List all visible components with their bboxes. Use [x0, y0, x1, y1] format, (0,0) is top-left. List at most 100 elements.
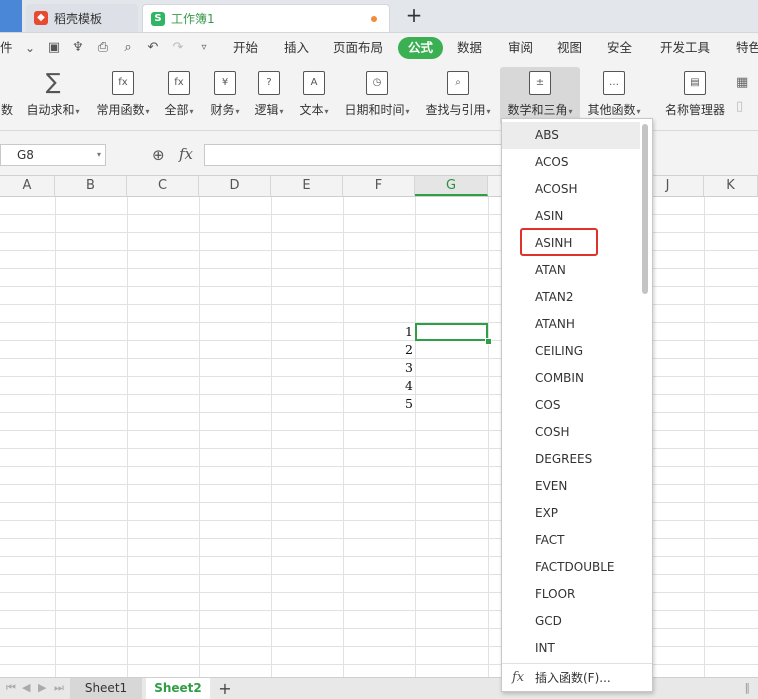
cell-value[interactable]: 4 — [397, 377, 413, 395]
function-item-atan[interactable]: ATAN — [502, 257, 640, 284]
menu-data[interactable]: 数据 — [457, 33, 482, 63]
common-functions-button[interactable]: fx 常用函数▾ — [92, 67, 154, 125]
clock-icon: ◷ — [366, 71, 388, 95]
function-item-asin[interactable]: ASIN — [502, 203, 640, 230]
zoom-icon[interactable]: ⊕ — [152, 146, 165, 164]
fill-handle[interactable] — [485, 338, 492, 345]
menu-page-layout[interactable]: 页面布局 — [333, 33, 383, 63]
insert-function-button[interactable]: 数 — [0, 67, 14, 125]
formula-input[interactable] — [204, 144, 504, 166]
add-sheet-button[interactable]: + — [214, 678, 236, 699]
paste-icon[interactable]: ▯ — [736, 99, 743, 114]
tab-label: 稻壳模板 — [54, 11, 103, 26]
menu-formulas[interactable]: 公式 — [398, 37, 444, 59]
function-item-degrees[interactable]: DEGREES — [502, 446, 640, 473]
home-tab-area[interactable] — [0, 0, 22, 32]
function-item-int[interactable]: INT — [502, 635, 640, 662]
cell-value[interactable]: 5 — [397, 395, 413, 413]
lookup-reference-button[interactable]: ⌕ 查找与引用▾ — [421, 67, 495, 125]
column-header-b[interactable]: B — [55, 176, 127, 196]
save-icon[interactable]: ▣ — [46, 40, 62, 56]
function-item-cos[interactable]: COS — [502, 392, 640, 419]
unsaved-dot-icon — [371, 16, 377, 22]
selected-cell[interactable] — [415, 323, 488, 341]
sheet-tab-sheet1[interactable]: Sheet1 — [70, 678, 142, 699]
function-item-even[interactable]: EVEN — [502, 473, 640, 500]
financial-button[interactable]: ¥ 财务▾ — [205, 67, 245, 125]
menu-view[interactable]: 视图 — [557, 33, 582, 63]
tab-label: 工作簿1 — [171, 12, 215, 26]
function-item-abs[interactable]: ABS — [502, 122, 640, 149]
function-item-factdouble[interactable]: FACTDOUBLE — [502, 554, 640, 581]
column-header-d[interactable]: D — [199, 176, 271, 196]
format-painter-icon[interactable]: ♆ — [70, 40, 86, 56]
fx-icon: fx — [168, 71, 190, 95]
column-header-a[interactable]: A — [0, 176, 55, 196]
column-header-c[interactable]: C — [127, 176, 199, 196]
docer-logo-icon: ◆ — [34, 11, 48, 25]
name-manager-button[interactable]: ▤ 名称管理器 — [662, 67, 728, 125]
name-box[interactable]: G8 ▾ — [0, 144, 106, 166]
customize-toolbar-icon[interactable]: ▿ — [196, 40, 212, 56]
menu-review[interactable]: 审阅 — [508, 33, 533, 63]
menu-special[interactable]: 特色 — [736, 33, 758, 63]
chevron-down-icon[interactable]: ▾ — [97, 145, 101, 165]
yen-icon: ¥ — [214, 71, 236, 95]
spreadsheet-logo-icon: S — [151, 11, 165, 26]
function-item-atanh[interactable]: ATANH — [502, 311, 640, 338]
menu-home[interactable]: 开始 — [233, 33, 258, 63]
column-header-e[interactable]: E — [271, 176, 343, 196]
function-item-combin[interactable]: COMBIN — [502, 365, 640, 392]
name-manager-icon: ▤ — [684, 71, 706, 95]
cell-value[interactable]: 2 — [397, 341, 413, 359]
function-item-exp[interactable]: EXP — [502, 500, 640, 527]
function-item-gcd[interactable]: GCD — [502, 608, 640, 635]
dropdown-scrollbar[interactable] — [642, 124, 648, 294]
text-button[interactable]: A 文本▾ — [295, 67, 333, 125]
function-item-fact[interactable]: FACT — [502, 527, 640, 554]
first-sheet-icon[interactable]: ⏮ — [6, 681, 16, 695]
annotation-highlight-box — [520, 228, 598, 256]
math-trig-button[interactable]: ± 数学和三角▾ — [500, 67, 580, 125]
column-header-k[interactable]: K — [704, 176, 758, 196]
function-item-acosh[interactable]: ACOSH — [502, 176, 640, 203]
tab-docer-templates[interactable]: ◆ 稻壳模板 — [26, 4, 138, 32]
tab-workbook[interactable]: S 工作簿1 — [142, 4, 390, 32]
redo-icon[interactable]: ↷ — [170, 40, 186, 56]
chevron-down-icon[interactable]: ⌄ — [22, 40, 38, 56]
print-icon[interactable]: ⎙ — [95, 40, 111, 56]
function-item-floor[interactable]: FLOOR — [502, 581, 640, 608]
undo-icon[interactable]: ↶ — [145, 40, 161, 56]
menu-insert[interactable]: 插入 — [284, 33, 309, 63]
logical-button[interactable]: ? 逻辑▾ — [250, 67, 288, 125]
math-functions-dropdown: ABS ACOS ACOSH ASIN ASINH ATAN ATAN2 ATANH CEILI… — [501, 118, 653, 692]
function-item-atan2[interactable]: ATAN2 — [502, 284, 640, 311]
prev-sheet-icon[interactable]: ◀ — [22, 681, 30, 694]
function-item-acos[interactable]: ACOS — [502, 149, 640, 176]
all-functions-button[interactable]: fx 全部▾ — [160, 67, 198, 125]
sheet-tab-sheet2[interactable]: Sheet2 — [146, 678, 210, 699]
more-functions-button[interactable]: … 其他函数▾ — [584, 67, 644, 125]
fx-icon: fx — [512, 670, 525, 685]
print-preview-icon[interactable]: ⌕ — [120, 40, 136, 56]
menu-security[interactable]: 安全 — [607, 33, 632, 63]
splitter-handle-icon[interactable]: ‖ — [745, 681, 751, 694]
cell-value[interactable]: 1 — [397, 323, 413, 341]
date-time-button[interactable]: ◷ 日期和时间▾ — [340, 67, 414, 125]
math-icon: ± — [529, 71, 551, 95]
new-tab-button[interactable]: + — [402, 4, 426, 28]
menu-developer[interactable]: 开发工具 — [660, 33, 710, 63]
autosum-button[interactable]: ∑ 自动求和▾ — [22, 67, 84, 125]
column-header-g[interactable]: G — [415, 176, 488, 196]
next-sheet-icon[interactable]: ▶ — [38, 681, 46, 694]
function-item-cosh[interactable]: COSH — [502, 419, 640, 446]
last-sheet-icon[interactable]: ⏭ — [54, 681, 64, 695]
cell-value[interactable]: 3 — [397, 359, 413, 377]
insert-function-item[interactable]: fx 插入函数(F)... — [502, 665, 652, 691]
column-header-f[interactable]: F — [343, 176, 415, 196]
more-functions-icon: … — [603, 71, 625, 95]
grid-icon[interactable]: ▦ — [736, 75, 748, 90]
fx-icon[interactable]: fx — [179, 145, 193, 163]
menu-file[interactable]: 件 — [0, 33, 13, 63]
function-item-ceiling[interactable]: CEILING — [502, 338, 640, 365]
